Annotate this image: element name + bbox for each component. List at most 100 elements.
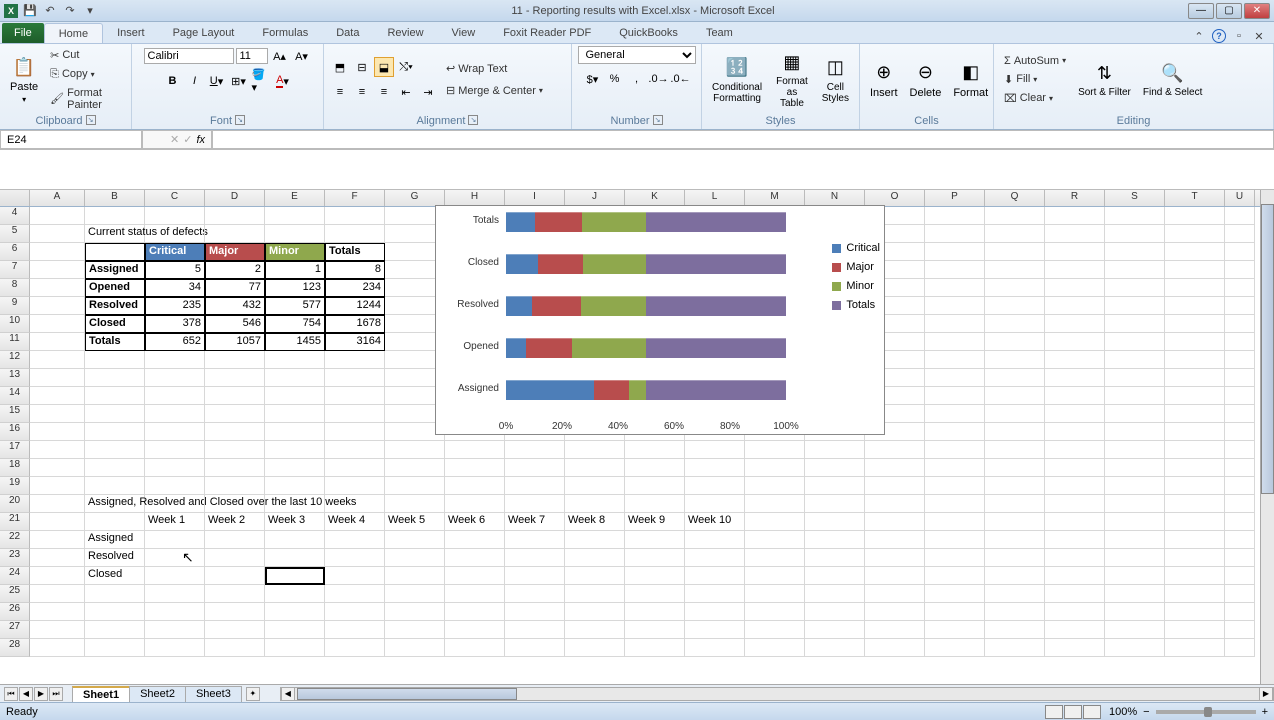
cell-C6[interactable]: Critical: [145, 243, 205, 261]
cell-U19[interactable]: [1225, 477, 1255, 495]
cell-F7[interactable]: 8: [325, 261, 385, 279]
cell-K24[interactable]: [625, 567, 685, 585]
cell-E15[interactable]: [265, 405, 325, 423]
cell-L22[interactable]: [685, 531, 745, 549]
cell-G22[interactable]: [385, 531, 445, 549]
cell-R24[interactable]: [1045, 567, 1105, 585]
cell-R14[interactable]: [1045, 387, 1105, 405]
cell-D21[interactable]: Week 2: [205, 513, 265, 531]
cell-U17[interactable]: [1225, 441, 1255, 459]
cell-S27[interactable]: [1105, 621, 1165, 639]
cell-U25[interactable]: [1225, 585, 1255, 603]
cell-H17[interactable]: [445, 441, 505, 459]
cell-T6[interactable]: [1165, 243, 1225, 261]
sort-filter-button[interactable]: ⇅Sort & Filter: [1074, 59, 1135, 100]
cell-O28[interactable]: [865, 639, 925, 657]
cell-E10[interactable]: 754: [265, 315, 325, 333]
cell-O24[interactable]: [865, 567, 925, 585]
cell-N17[interactable]: [805, 441, 865, 459]
conditional-formatting-button[interactable]: 🔢Conditional Formatting: [708, 54, 766, 106]
font-color-button[interactable]: A▾: [273, 71, 293, 91]
cell-R12[interactable]: [1045, 351, 1105, 369]
cell-A28[interactable]: [30, 639, 85, 657]
cell-Q18[interactable]: [985, 459, 1045, 477]
cell-B23[interactable]: Resolved: [85, 549, 145, 567]
cell-S15[interactable]: [1105, 405, 1165, 423]
cell-F6[interactable]: Totals: [325, 243, 385, 261]
cell-T11[interactable]: [1165, 333, 1225, 351]
hscroll-left[interactable]: ◀: [281, 687, 295, 701]
cell-R11[interactable]: [1045, 333, 1105, 351]
cell-N21[interactable]: [805, 513, 865, 531]
cell-J28[interactable]: [565, 639, 625, 657]
cell-G19[interactable]: [385, 477, 445, 495]
cell-N20[interactable]: [805, 495, 865, 513]
col-header-B[interactable]: B: [85, 190, 145, 206]
cell-D8[interactable]: 77: [205, 279, 265, 297]
name-box[interactable]: [0, 130, 142, 149]
cell-S11[interactable]: [1105, 333, 1165, 351]
cell-E18[interactable]: [265, 459, 325, 477]
cell-I28[interactable]: [505, 639, 565, 657]
new-sheet-button[interactable]: ✦: [246, 687, 260, 701]
hscroll-thumb[interactable]: [297, 688, 517, 700]
cell-A12[interactable]: [30, 351, 85, 369]
cell-P17[interactable]: [925, 441, 985, 459]
cell-A27[interactable]: [30, 621, 85, 639]
row-header-4[interactable]: 4: [0, 207, 30, 225]
cell-K21[interactable]: Week 9: [625, 513, 685, 531]
italic-button[interactable]: I: [185, 71, 205, 91]
cell-N18[interactable]: [805, 459, 865, 477]
cell-T18[interactable]: [1165, 459, 1225, 477]
cell-J24[interactable]: [565, 567, 625, 585]
cell-P11[interactable]: [925, 333, 985, 351]
cell-U18[interactable]: [1225, 459, 1255, 477]
cell-R13[interactable]: [1045, 369, 1105, 387]
sheet-tab-sheet1[interactable]: Sheet1: [72, 686, 130, 702]
cell-F24[interactable]: [325, 567, 385, 585]
cell-U14[interactable]: [1225, 387, 1255, 405]
cell-L17[interactable]: [685, 441, 745, 459]
cell-E27[interactable]: [265, 621, 325, 639]
cell-C23[interactable]: [145, 549, 205, 567]
cell-F21[interactable]: Week 4: [325, 513, 385, 531]
cell-K19[interactable]: [625, 477, 685, 495]
cell-F25[interactable]: [325, 585, 385, 603]
cell-L27[interactable]: [685, 621, 745, 639]
cell-U20[interactable]: [1225, 495, 1255, 513]
cell-B24[interactable]: Closed: [85, 567, 145, 585]
row-header-6[interactable]: 6: [0, 243, 30, 261]
cell-D7[interactable]: 2: [205, 261, 265, 279]
cell-B26[interactable]: [85, 603, 145, 621]
cell-Q12[interactable]: [985, 351, 1045, 369]
cell-D19[interactable]: [205, 477, 265, 495]
row-header-13[interactable]: 13: [0, 369, 30, 387]
col-header-M[interactable]: M: [745, 190, 805, 206]
cell-E4[interactable]: [265, 207, 325, 225]
cell-D14[interactable]: [205, 387, 265, 405]
cell-O26[interactable]: [865, 603, 925, 621]
cell-P16[interactable]: [925, 423, 985, 441]
row-header-14[interactable]: 14: [0, 387, 30, 405]
cell-T16[interactable]: [1165, 423, 1225, 441]
cell-C17[interactable]: [145, 441, 205, 459]
cell-K26[interactable]: [625, 603, 685, 621]
cell-M20[interactable]: [745, 495, 805, 513]
tab-formulas[interactable]: Formulas: [248, 23, 322, 43]
cell-S25[interactable]: [1105, 585, 1165, 603]
cell-Q26[interactable]: [985, 603, 1045, 621]
cell-C22[interactable]: [145, 531, 205, 549]
cell-U27[interactable]: [1225, 621, 1255, 639]
cell-D27[interactable]: [205, 621, 265, 639]
cell-A18[interactable]: [30, 459, 85, 477]
select-all-corner[interactable]: [0, 190, 30, 206]
col-header-J[interactable]: J: [565, 190, 625, 206]
cell-F12[interactable]: [325, 351, 385, 369]
fill-color-button[interactable]: 🪣▾: [251, 71, 271, 91]
cell-U26[interactable]: [1225, 603, 1255, 621]
fill-button[interactable]: ⬇Fill▾: [1000, 71, 1070, 88]
number-launcher[interactable]: ↘: [653, 115, 663, 125]
cell-M25[interactable]: [745, 585, 805, 603]
cell-G21[interactable]: Week 5: [385, 513, 445, 531]
col-header-G[interactable]: G: [385, 190, 445, 206]
